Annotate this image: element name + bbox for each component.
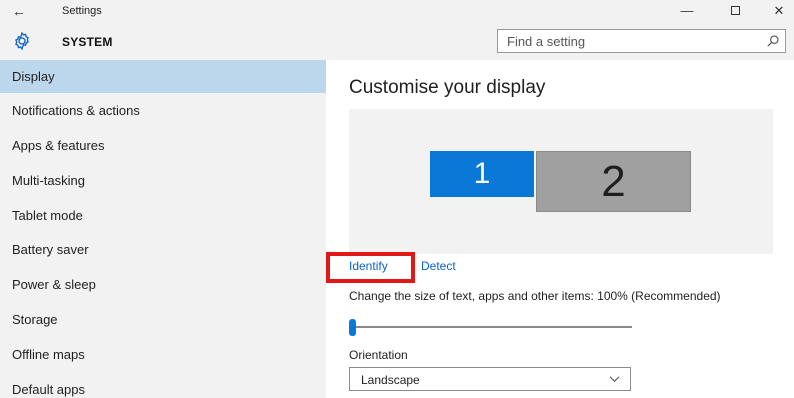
sidebar-item-tablet-mode[interactable]: Tablet mode (0, 199, 326, 232)
search-icon[interactable] (766, 34, 780, 48)
sidebar-item-battery-saver[interactable]: Battery saver (0, 233, 326, 266)
back-button[interactable]: ← (8, 2, 30, 20)
sidebar-item-multitasking[interactable]: Multi-tasking (0, 164, 326, 197)
identify-link[interactable]: Identify (349, 259, 388, 273)
gear-icon (15, 31, 29, 51)
page-title: Customise your display (349, 77, 546, 98)
display-arrangement-preview: 1 2 (349, 109, 773, 254)
settings-header: SYSTEM (0, 22, 794, 60)
monitor-2-tile[interactable]: 2 (536, 151, 691, 212)
sidebar-item-storage[interactable]: Storage (0, 303, 326, 336)
sidebar-item-default-apps[interactable]: Default apps (0, 373, 326, 398)
close-icon: ✕ (773, 3, 785, 18)
maximize-button[interactable] (712, 0, 758, 22)
search-input[interactable] (498, 30, 753, 52)
window-title: Settings (62, 5, 102, 17)
title-bar: ← Settings — ✕ (0, 0, 794, 22)
sidebar-item-apps-features[interactable]: Apps & features (0, 129, 326, 162)
sidebar-item-power-sleep[interactable]: Power & sleep (0, 268, 326, 301)
monitor-1-tile[interactable]: 1 (430, 151, 534, 197)
scale-slider-thumb[interactable] (349, 319, 356, 336)
chevron-down-icon (609, 376, 620, 383)
search-box[interactable] (497, 29, 786, 53)
detect-link[interactable]: Detect (421, 259, 456, 273)
sidebar-item-notifications[interactable]: Notifications & actions (0, 94, 326, 127)
close-button[interactable]: ✕ (756, 0, 794, 22)
scale-slider-track[interactable] (349, 326, 632, 328)
sidebar: Display Notifications & actions Apps & f… (0, 60, 326, 398)
sidebar-item-display[interactable]: Display (0, 60, 326, 93)
sidebar-item-offline-maps[interactable]: Offline maps (0, 338, 326, 371)
orientation-dropdown[interactable]: Landscape (349, 367, 631, 391)
orientation-selected-value: Landscape (361, 373, 420, 387)
section-title: SYSTEM (62, 35, 113, 49)
orientation-label: Orientation (349, 348, 408, 362)
scale-setting-label: Change the size of text, apps and other … (349, 289, 721, 303)
minimize-icon: — (680, 3, 694, 18)
main-content: Customise your display 1 2 Identify Dete… (326, 60, 794, 398)
maximize-icon (730, 6, 740, 16)
back-arrow-icon: ← (12, 3, 26, 19)
minimize-button[interactable]: — (664, 0, 710, 22)
